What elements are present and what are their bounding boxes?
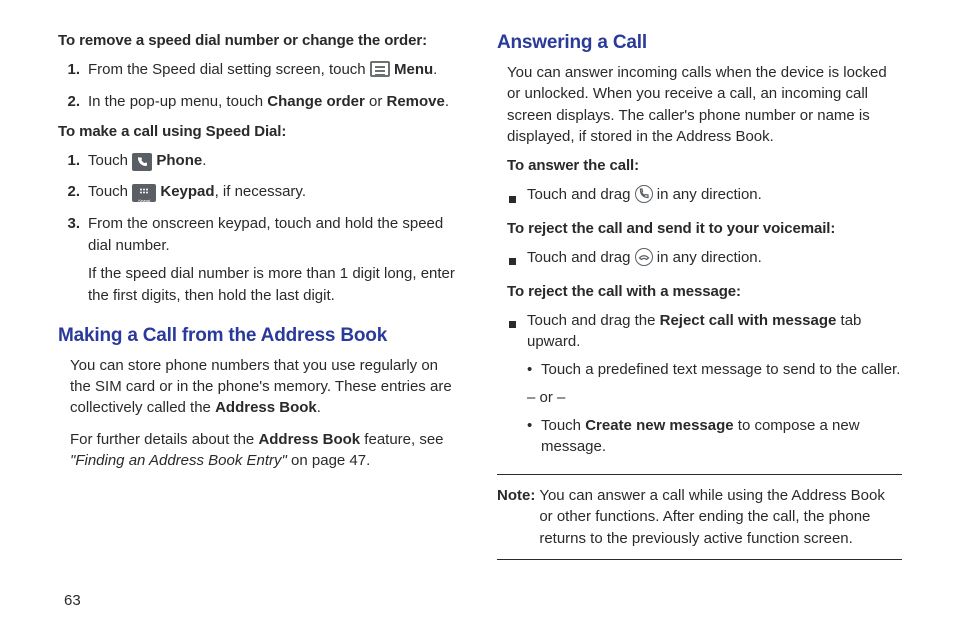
- list-marker: 2.: [58, 91, 88, 113]
- sub-bullet-group: • Touch a predefined text message to sen…: [527, 359, 902, 458]
- list-remove-speed-dial: 1. From the Speed dial setting screen, t…: [58, 59, 463, 113]
- list-item-text: Touch Keypad Keypad, if necessary.: [88, 181, 463, 203]
- text: Touch and drag: [527, 249, 635, 266]
- subhead-reject-message: To reject the call with a message:: [507, 283, 902, 300]
- keypad-icon-label: Keypad: [132, 199, 156, 203]
- text-bold: Reject call with message: [660, 312, 837, 329]
- page-number: 63: [64, 592, 81, 609]
- subhead-to-answer: To answer the call:: [507, 157, 902, 174]
- text-bold: Remove: [387, 93, 445, 110]
- note-box: Note: You can answer a call while using …: [497, 474, 902, 560]
- text-bold: Keypad: [160, 183, 214, 200]
- list-marker: 1.: [58, 150, 88, 172]
- text: From the Speed dial setting screen, touc…: [88, 61, 370, 78]
- note-text: You can answer a call while using the Ad…: [539, 485, 902, 549]
- text-bold: Address Book: [215, 399, 317, 416]
- phone-icon: [132, 153, 152, 171]
- text-bold: Menu: [394, 61, 433, 78]
- text-bold: Phone: [156, 152, 202, 169]
- list-item-text: Touch and drag in any direction.: [527, 247, 902, 273]
- list-marker: 3.: [58, 213, 88, 307]
- menu-icon: [370, 61, 390, 77]
- text: in any direction.: [657, 186, 762, 203]
- list-item-text: Touch Phone.: [88, 150, 463, 172]
- text: Touch: [88, 183, 132, 200]
- text: In the pop-up menu, touch: [88, 93, 267, 110]
- bullet-marker: [497, 310, 527, 465]
- heading-making-call: Making a Call from the Address Book: [58, 325, 463, 347]
- text-bold: Address Book: [258, 431, 360, 448]
- text: Touch a predefined text message to send …: [541, 359, 902, 381]
- subhead-reject-voicemail: To reject the call and send it to your v…: [507, 220, 902, 237]
- list-item-text: Touch and drag in any direction.: [527, 184, 902, 210]
- note-label: Note:: [497, 485, 539, 549]
- text: .: [202, 152, 206, 169]
- keypad-icon: Keypad: [132, 184, 156, 202]
- text: .: [433, 61, 437, 78]
- list-item-text: From the Speed dial setting screen, touc…: [88, 59, 463, 81]
- phone-reject-icon: [635, 248, 653, 266]
- text: .: [445, 93, 449, 110]
- list-make-call: 1. Touch Phone. 2. Touch Keypad: [58, 150, 463, 307]
- text-continuation: If the speed dial number is more than 1 …: [88, 263, 463, 307]
- text-or: – or –: [527, 387, 565, 409]
- list-item-text: In the pop-up menu, touch Change order o…: [88, 91, 463, 113]
- text: Touch and drag the: [527, 312, 660, 329]
- text: in any direction.: [657, 249, 762, 266]
- bullet-list-reject-vm: Touch and drag in any direction.: [497, 247, 902, 273]
- text: From the onscreen keypad, touch and hold…: [88, 215, 443, 254]
- text: Touch: [541, 417, 585, 434]
- sub-bullet-dot: •: [527, 415, 541, 459]
- subhead-make-call-speed-dial: To make a call using Speed Dial:: [58, 123, 463, 140]
- list-item-text: Touch and drag the Reject call with mess…: [527, 310, 902, 465]
- text: or: [365, 93, 387, 110]
- paragraph-intro: You can answer incoming calls when the d…: [507, 62, 902, 147]
- text: Touch Create new message to compose a ne…: [541, 415, 902, 459]
- text: Touch: [88, 152, 132, 169]
- phone-accept-icon: [635, 185, 653, 203]
- paragraph: For further details about the Address Bo…: [70, 429, 463, 472]
- bullet-marker: [497, 247, 527, 273]
- sub-bullet-dot: •: [527, 359, 541, 381]
- bullet-list-answer: Touch and drag in any direction.: [497, 184, 902, 210]
- left-column: To remove a speed dial number or change …: [58, 32, 463, 560]
- bullet-list-reject-msg: Touch and drag the Reject call with mess…: [497, 310, 902, 465]
- text: , if necessary.: [215, 183, 306, 200]
- text: feature, see: [360, 431, 443, 448]
- list-marker: 1.: [58, 59, 88, 81]
- text-bold: Create new message: [585, 417, 733, 434]
- subhead-remove-speed-dial: To remove a speed dial number or change …: [58, 32, 463, 49]
- text: Touch and drag: [527, 186, 635, 203]
- paragraph: You can store phone numbers that you use…: [70, 355, 463, 419]
- bullet-marker: [497, 184, 527, 210]
- heading-answering-call: Answering a Call: [497, 32, 902, 54]
- text: on page 47.: [287, 452, 370, 469]
- list-marker: 2.: [58, 181, 88, 203]
- text: For further details about the: [70, 431, 258, 448]
- text-italic: "Finding an Address Book Entry": [70, 452, 287, 469]
- text: .: [317, 399, 321, 416]
- right-column: Answering a Call You can answer incoming…: [497, 32, 902, 560]
- text-bold: Change order: [267, 93, 365, 110]
- list-item-text: From the onscreen keypad, touch and hold…: [88, 213, 463, 307]
